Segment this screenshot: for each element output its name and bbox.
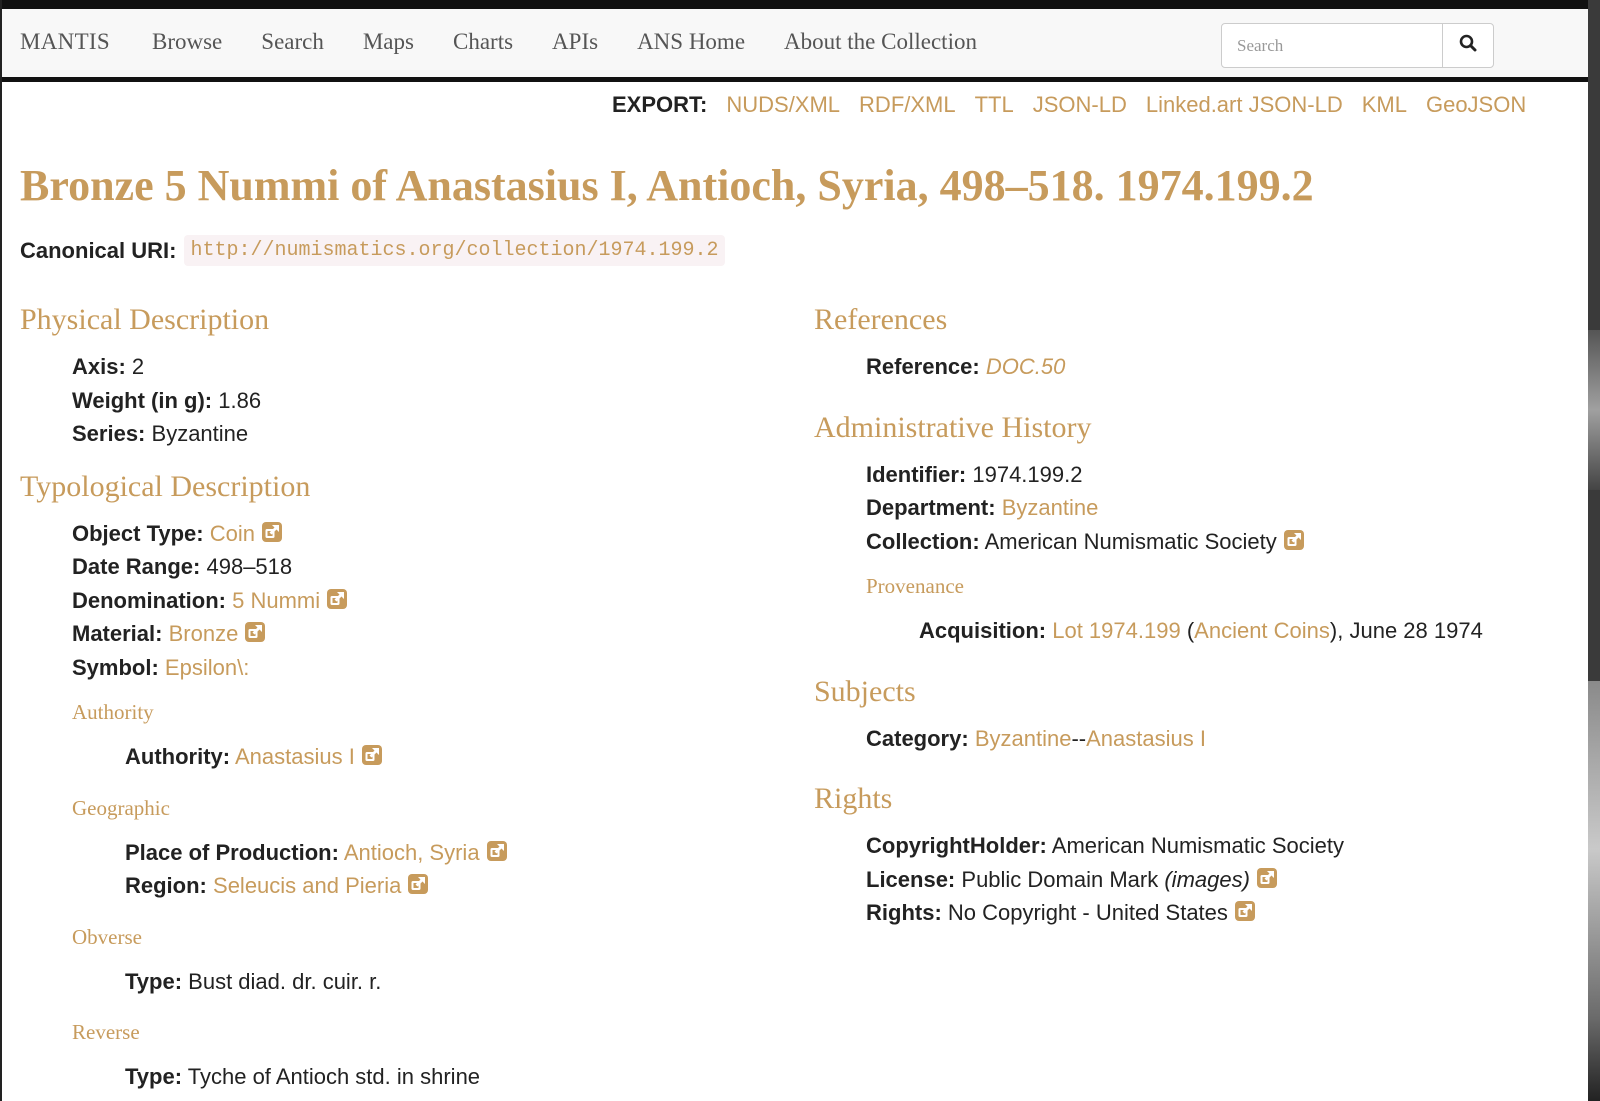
subjects-list: Category: Byzantine--Anastasius I <box>814 722 1574 756</box>
export-nuds-xml[interactable]: NUDS/XML <box>726 92 840 118</box>
physical-description-list: Axis: 2 Weight (in g): 1.86 Series: Byza… <box>20 350 780 451</box>
external-link-icon[interactable] <box>244 619 266 653</box>
external-link-icon[interactable] <box>326 586 348 620</box>
obverse-list: Type: Bust diad. dr. cuir. r. <box>20 965 780 999</box>
nav-browse[interactable]: Browse <box>152 29 222 55</box>
reference-link[interactable]: DOC.50 <box>986 354 1065 379</box>
references-heading: References <box>814 303 948 336</box>
search-input[interactable] <box>1222 24 1443 67</box>
date-range-item: Date Range: 498–518 <box>72 554 293 579</box>
external-link-icon[interactable] <box>1234 898 1256 932</box>
canonical-uri-label: Canonical URI: <box>20 237 177 263</box>
authority-list: Authority: Anastasius I <box>20 740 780 774</box>
reverse-list: Type: Tyche of Antioch std. in shrine <box>20 1060 780 1094</box>
provenance-subheading: Provenance <box>866 574 964 598</box>
symbol-item: Symbol: Epsilon\: <box>72 654 250 680</box>
nav-search[interactable]: Search <box>261 29 324 55</box>
export-linked-art-json-ld[interactable]: Linked.art JSON-LD <box>1146 92 1343 118</box>
administrative-history-heading: Administrative History <box>814 410 1092 444</box>
external-link-icon[interactable] <box>1283 527 1305 561</box>
export-rdf-xml[interactable]: RDF/XML <box>859 92 956 118</box>
nav-about-collection[interactable]: About the Collection <box>784 29 977 55</box>
references-list: Reference: DOC.50 <box>814 350 1574 384</box>
rights-item: Rights: No Copyright - United States <box>866 896 1574 930</box>
weight-item: Weight (in g): 1.86 <box>72 387 262 413</box>
subjects-heading: Subjects <box>814 674 916 708</box>
reverse-subheading: Reverse <box>72 1020 140 1044</box>
copyright-holder-item: CopyrightHolder: American Numismatic Soc… <box>866 833 1344 858</box>
search-button[interactable] <box>1443 24 1493 67</box>
authority-link[interactable]: Anastasius I <box>235 744 355 769</box>
search-form <box>1221 23 1494 68</box>
axis-item: Axis: 2 <box>72 354 145 379</box>
administrative-history-list: Identifier: 1974.199.2 Department: Byzan… <box>814 458 1574 559</box>
symbol-link[interactable]: Epsilon\: <box>165 655 249 680</box>
brand-logo-link[interactable]: MANTIS <box>20 29 110 55</box>
physical-description-heading: Physical Description <box>20 303 270 336</box>
external-link-icon[interactable] <box>407 871 429 905</box>
left-column: Physical Description Axis: 2 Weight (in … <box>20 298 780 1094</box>
reference-item: Reference: DOC.50 <box>866 354 1066 379</box>
denomination-link[interactable]: 5 Nummi <box>232 588 320 613</box>
department-item: Department: Byzantine <box>866 495 1099 520</box>
export-geojson[interactable]: GeoJSON <box>1426 92 1526 118</box>
external-link-icon[interactable] <box>361 742 383 776</box>
external-link-icon[interactable] <box>486 838 508 872</box>
acquisition-lot-link[interactable]: Lot 1974.199 <box>1052 618 1180 643</box>
license-item: License: Public Domain Mark (images) <box>866 863 1574 897</box>
object-type-link[interactable]: Coin <box>210 521 255 546</box>
external-link-icon[interactable] <box>1256 865 1278 899</box>
right-column: References Reference: DOC.50 Administrat… <box>814 298 1574 930</box>
rights-heading: Rights <box>814 782 893 815</box>
background-window-strip <box>1588 0 1600 1101</box>
export-json-ld[interactable]: JSON-LD <box>1033 92 1127 118</box>
authority-item: Authority: Anastasius I <box>125 740 780 774</box>
acquisition-item: Acquisition: Lot 1974.199 (Ancient Coins… <box>919 618 1483 643</box>
category-item: Category: Byzantine--Anastasius I <box>866 725 1206 751</box>
search-icon <box>1459 34 1477 57</box>
reverse-type-item: Type: Tyche of Antioch std. in shrine <box>125 1064 481 1089</box>
top-navbar: MANTIS Browse Search Maps Charts APIs AN… <box>2 0 1588 82</box>
nav-links: Browse Search Maps Charts APIs ANS Home … <box>152 29 1016 55</box>
object-type-item: Object Type: Coin <box>72 517 780 551</box>
nav-apis[interactable]: APIs <box>552 29 598 55</box>
canonical-uri-value: http://numismatics.org/collection/1974.1… <box>184 235 725 266</box>
material-link[interactable]: Bronze <box>169 621 239 646</box>
department-link[interactable]: Byzantine <box>1002 495 1099 520</box>
external-link-icon[interactable] <box>261 519 283 553</box>
series-item: Series: Byzantine <box>72 421 249 446</box>
nav-charts[interactable]: Charts <box>453 29 513 55</box>
obverse-type-item: Type: Bust diad. dr. cuir. r. <box>125 968 382 994</box>
nav-ans-home[interactable]: ANS Home <box>637 29 745 55</box>
authority-subheading: Authority <box>72 700 154 724</box>
place-of-production-item: Place of Production: Antioch, Syria <box>125 836 780 870</box>
typological-description-list: Object Type: Coin Date Range: 498–518 De… <box>20 517 780 685</box>
material-item: Material: Bronze <box>72 617 780 651</box>
nav-maps[interactable]: Maps <box>363 29 414 55</box>
acquisition-source-link[interactable]: Ancient Coins <box>1194 618 1330 643</box>
denomination-item: Denomination: 5 Nummi <box>72 584 780 618</box>
obverse-subheading: Obverse <box>72 924 142 949</box>
export-label: EXPORT: <box>612 92 708 117</box>
geographic-list: Place of Production: Antioch, Syria Regi… <box>20 836 780 903</box>
canonical-uri: Canonical URI: http://numismatics.org/co… <box>20 235 725 266</box>
typological-description-heading: Typological Description <box>20 469 311 503</box>
collection-item: Collection: American Numismatic Society <box>866 525 1574 559</box>
category-byzantine-link[interactable]: Byzantine <box>975 726 1072 751</box>
export-bar: EXPORT: NUDS/XML RDF/XML TTL JSON-LD Lin… <box>612 92 1545 118</box>
identifier-item: Identifier: 1974.199.2 <box>866 461 1083 487</box>
region-link[interactable]: Seleucis and Pieria <box>213 873 401 898</box>
region-item: Region: Seleucis and Pieria <box>125 869 780 903</box>
page-title: Bronze 5 Nummi of Anastasius I, Antioch,… <box>20 161 1314 210</box>
export-kml[interactable]: KML <box>1362 92 1407 118</box>
window-edge-left <box>0 0 2 1101</box>
export-ttl[interactable]: TTL <box>975 92 1014 118</box>
rights-list: CopyrightHolder: American Numismatic Soc… <box>814 829 1574 930</box>
provenance-list: Acquisition: Lot 1974.199 (Ancient Coins… <box>814 614 1574 648</box>
geographic-subheading: Geographic <box>72 795 170 820</box>
category-anastasius-link[interactable]: Anastasius I <box>1086 726 1206 751</box>
place-of-production-link[interactable]: Antioch, Syria <box>344 840 480 865</box>
